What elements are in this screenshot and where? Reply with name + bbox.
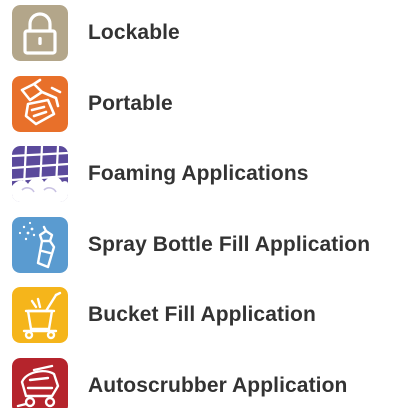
feature-item-foaming-applications: Foaming Applications xyxy=(12,146,309,202)
portable-dispenser-icon xyxy=(12,76,68,132)
feature-item-autoscrubber: Autoscrubber Application xyxy=(12,358,347,408)
feature-item-spray-bottle-fill: Spray Bottle Fill Application xyxy=(12,217,370,273)
feature-label: Portable xyxy=(88,92,173,115)
feature-item-portable: Portable xyxy=(12,76,173,132)
feature-label: Autoscrubber Application xyxy=(88,374,348,397)
feature-label: Bucket Fill Application xyxy=(88,303,316,326)
feature-item-lockable: Lockable xyxy=(12,5,180,61)
feature-label: Spray Bottle Fill Application xyxy=(88,233,371,256)
autoscrubber-icon xyxy=(12,358,68,408)
feature-list: Lockable Portable Foaming Applications S… xyxy=(0,0,408,408)
feature-label: Lockable xyxy=(88,21,180,44)
feature-item-bucket-fill: Bucket Fill Application xyxy=(12,287,316,343)
foaming-tiles-icon xyxy=(12,146,68,202)
bucket-cart-icon xyxy=(12,287,68,343)
feature-label: Foaming Applications xyxy=(88,162,309,185)
spray-bottle-icon xyxy=(12,217,68,273)
padlock-icon xyxy=(12,5,68,61)
